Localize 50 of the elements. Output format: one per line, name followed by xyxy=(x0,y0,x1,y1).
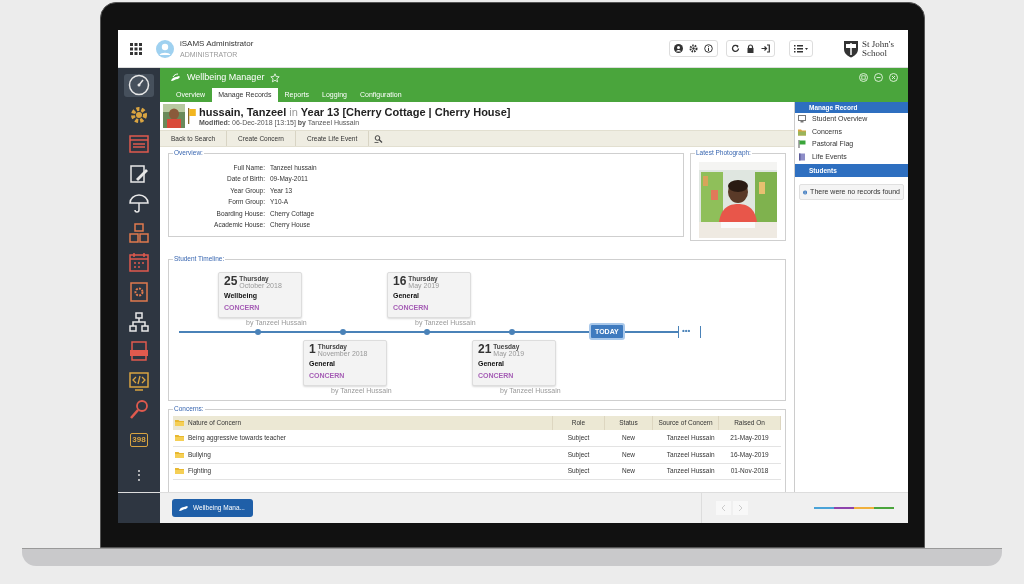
document-icon xyxy=(128,340,150,363)
search-icon[interactable] xyxy=(374,134,384,143)
user-icon[interactable] xyxy=(674,44,683,53)
color-stripe-icon xyxy=(814,507,894,509)
lock-icon[interactable] xyxy=(746,44,755,53)
flag-icon xyxy=(188,108,196,124)
list-menu-button[interactable] xyxy=(789,40,813,57)
folder-icon xyxy=(175,419,184,427)
star-icon[interactable] xyxy=(270,72,281,83)
info-icon xyxy=(803,188,808,196)
pencil-document-icon xyxy=(128,162,150,185)
event-day: 25 xyxy=(224,275,238,288)
book-icon xyxy=(798,152,806,161)
event-day: 21 xyxy=(478,343,492,356)
settings-icon[interactable] xyxy=(689,44,698,53)
folder-icon xyxy=(175,434,184,442)
school-name: St John's School xyxy=(862,39,895,58)
sidebar-item[interactable] xyxy=(124,74,154,97)
refresh-icon[interactable] xyxy=(731,44,740,53)
folder-icon xyxy=(175,450,184,458)
event-day: 1 xyxy=(309,343,316,356)
connector-text: in xyxy=(289,105,298,118)
list-icon xyxy=(794,44,808,53)
info-icon[interactable] xyxy=(704,44,713,53)
monitor-icon xyxy=(798,115,806,124)
umbrella-icon xyxy=(128,192,150,215)
folder-icon xyxy=(798,127,806,136)
hierarchy-icon xyxy=(128,310,150,333)
folder-icon xyxy=(175,467,184,475)
module-title: Wellbeing Manager xyxy=(187,70,265,84)
logout-icon[interactable] xyxy=(761,44,770,53)
student-name: hussain, Tanzeel xyxy=(199,105,287,118)
user-avatar-icon xyxy=(156,39,174,58)
timeline-end-marker xyxy=(678,326,679,338)
more-events-text: ••• xyxy=(682,325,691,337)
timeline-end-marker xyxy=(700,326,701,338)
blocks-icon xyxy=(128,221,150,244)
code-icon xyxy=(128,369,150,392)
gauge-icon xyxy=(128,74,150,97)
apps-menu-icon[interactable] xyxy=(130,42,142,55)
event-day: 16 xyxy=(393,275,407,288)
user-name: iSAMS Administrator xyxy=(180,37,254,49)
school-crest-icon xyxy=(843,39,859,58)
more-menu-button[interactable]: ⋮ xyxy=(132,464,146,486)
student-group: Year 13 [Cherry Cottage | Cherry House] xyxy=(300,105,511,118)
document-gear-icon xyxy=(128,281,150,303)
calendar-icon xyxy=(128,251,150,274)
flag-icon xyxy=(798,140,806,149)
sidebar-item[interactable]: 398 xyxy=(124,428,154,451)
window-icon xyxy=(128,133,150,156)
